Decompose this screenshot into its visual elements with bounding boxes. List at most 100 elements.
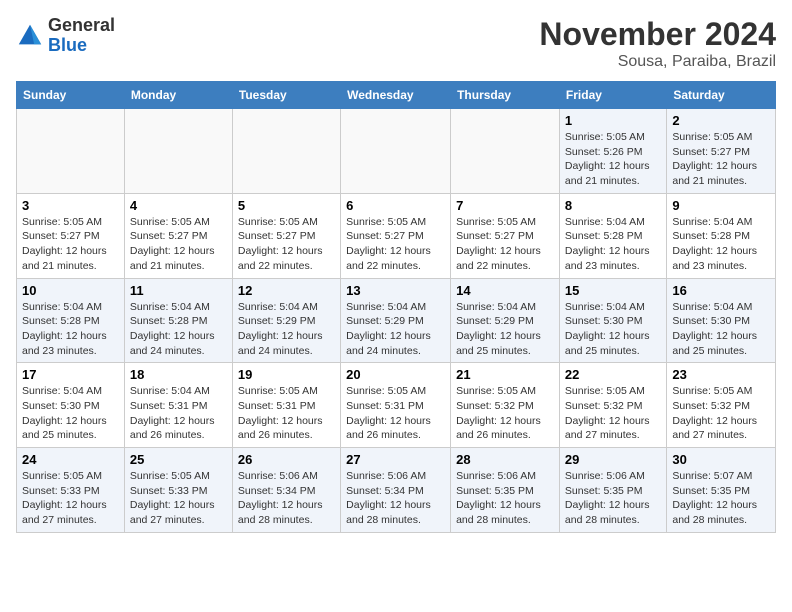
logo: General Blue <box>16 16 115 56</box>
day-number: 21 <box>456 367 554 382</box>
col-friday: Friday <box>559 82 666 109</box>
day-number: 14 <box>456 283 554 298</box>
day-info: Sunrise: 5:04 AM Sunset: 5:30 PM Dayligh… <box>672 300 770 359</box>
day-cell: 19Sunrise: 5:05 AM Sunset: 5:31 PM Dayli… <box>232 363 340 448</box>
week-row-3: 10 Sunrise: 5:04 AM Sunset: 5:28 PM Dayli… <box>17 278 776 363</box>
day-number: 8 <box>565 198 661 213</box>
day-number: 6 <box>346 198 445 213</box>
day-number: 9 <box>672 198 770 213</box>
col-wednesday: Wednesday <box>341 82 451 109</box>
day-info: Sunrise: 5:05 AM Sunset: 5:27 PM Dayligh… <box>456 215 554 274</box>
logo-text: General Blue <box>48 16 115 56</box>
day-number: 19 <box>238 367 335 382</box>
day-info: Sunrise: 5:04 AM Sunset: 5:28 PM Dayligh… <box>565 215 661 274</box>
day-info: Sunrise: 5:04 AM Sunset: 5:30 PM Dayligh… <box>22 384 119 443</box>
day-number: 22 <box>565 367 661 382</box>
day-info: Sunrise: 5:04 AM Sunset: 5:28 PM Dayligh… <box>22 300 119 359</box>
week-row-1: 1 Sunrise: 5:05 AM Sunset: 5:26 PM Daylig… <box>17 109 776 194</box>
day-cell <box>341 109 451 194</box>
day-cell: 4Sunrise: 5:05 AM Sunset: 5:27 PM Daylig… <box>124 193 232 278</box>
day-info: Sunrise: 5:05 AM Sunset: 5:32 PM Dayligh… <box>672 384 770 443</box>
day-info: Sunrise: 5:04 AM Sunset: 5:29 PM Dayligh… <box>456 300 554 359</box>
day-number: 5 <box>238 198 335 213</box>
day-number: 3 <box>22 198 119 213</box>
col-saturday: Saturday <box>667 82 776 109</box>
day-cell: 6 Sunrise: 5:05 AM Sunset: 5:27 PM Daylig… <box>341 193 451 278</box>
week-row-4: 17Sunrise: 5:04 AM Sunset: 5:30 PM Dayli… <box>17 363 776 448</box>
day-cell: 16Sunrise: 5:04 AM Sunset: 5:30 PM Dayli… <box>667 278 776 363</box>
day-cell: 13 Sunrise: 5:04 AM Sunset: 5:29 PM Dayli… <box>341 278 451 363</box>
day-cell: 2Sunrise: 5:05 AM Sunset: 5:27 PM Daylig… <box>667 109 776 194</box>
day-cell: 29 Sunrise: 5:06 AM Sunset: 5:35 PM Dayli… <box>559 448 666 533</box>
col-sunday: Sunday <box>17 82 125 109</box>
day-number: 7 <box>456 198 554 213</box>
day-number: 30 <box>672 452 770 467</box>
logo-icon <box>16 22 44 50</box>
day-cell: 7 Sunrise: 5:05 AM Sunset: 5:27 PM Daylig… <box>451 193 560 278</box>
day-cell <box>232 109 340 194</box>
day-info: Sunrise: 5:05 AM Sunset: 5:27 PM Dayligh… <box>22 215 119 274</box>
day-info: Sunrise: 5:05 AM Sunset: 5:33 PM Dayligh… <box>130 469 227 528</box>
day-cell: 15Sunrise: 5:04 AM Sunset: 5:30 PM Dayli… <box>559 278 666 363</box>
day-info: Sunrise: 5:05 AM Sunset: 5:32 PM Dayligh… <box>456 384 554 443</box>
day-cell: 22Sunrise: 5:05 AM Sunset: 5:32 PM Dayli… <box>559 363 666 448</box>
location: Sousa, Paraiba, Brazil <box>539 53 776 71</box>
day-number: 29 <box>565 452 661 467</box>
day-cell: 1 Sunrise: 5:05 AM Sunset: 5:26 PM Daylig… <box>559 109 666 194</box>
day-number: 26 <box>238 452 335 467</box>
day-info: Sunrise: 5:05 AM Sunset: 5:27 PM Dayligh… <box>346 215 445 274</box>
day-info: Sunrise: 5:05 AM Sunset: 5:27 PM Dayligh… <box>238 215 335 274</box>
day-cell: 26 Sunrise: 5:06 AM Sunset: 5:34 PM Dayli… <box>232 448 340 533</box>
day-number: 10 <box>22 283 119 298</box>
logo-blue: Blue <box>48 35 87 55</box>
day-info: Sunrise: 5:05 AM Sunset: 5:31 PM Dayligh… <box>346 384 445 443</box>
calendar-table: Sunday Monday Tuesday Wednesday Thursday… <box>16 81 776 533</box>
day-number: 12 <box>238 283 335 298</box>
day-cell: 24 Sunrise: 5:05 AM Sunset: 5:33 PM Dayli… <box>17 448 125 533</box>
calendar-header-row: Sunday Monday Tuesday Wednesday Thursday… <box>17 82 776 109</box>
month-title: November 2024 <box>539 16 776 53</box>
day-number: 1 <box>565 113 661 128</box>
day-info: Sunrise: 5:05 AM Sunset: 5:27 PM Dayligh… <box>672 130 770 189</box>
logo-general: General <box>48 15 115 35</box>
day-info: Sunrise: 5:06 AM Sunset: 5:35 PM Dayligh… <box>565 469 661 528</box>
day-number: 27 <box>346 452 445 467</box>
day-info: Sunrise: 5:05 AM Sunset: 5:26 PM Dayligh… <box>565 130 661 189</box>
day-cell: 21 Sunrise: 5:05 AM Sunset: 5:32 PM Dayli… <box>451 363 560 448</box>
day-cell: 3 Sunrise: 5:05 AM Sunset: 5:27 PM Daylig… <box>17 193 125 278</box>
day-number: 4 <box>130 198 227 213</box>
title-block: November 2024 Sousa, Paraiba, Brazil <box>539 16 776 71</box>
col-thursday: Thursday <box>451 82 560 109</box>
day-cell: 28Sunrise: 5:06 AM Sunset: 5:35 PM Dayli… <box>451 448 560 533</box>
day-number: 25 <box>130 452 227 467</box>
day-cell <box>17 109 125 194</box>
day-info: Sunrise: 5:04 AM Sunset: 5:29 PM Dayligh… <box>238 300 335 359</box>
day-info: Sunrise: 5:05 AM Sunset: 5:33 PM Dayligh… <box>22 469 119 528</box>
col-tuesday: Tuesday <box>232 82 340 109</box>
day-info: Sunrise: 5:06 AM Sunset: 5:34 PM Dayligh… <box>346 469 445 528</box>
day-info: Sunrise: 5:04 AM Sunset: 5:31 PM Dayligh… <box>130 384 227 443</box>
day-cell: 10 Sunrise: 5:04 AM Sunset: 5:28 PM Dayli… <box>17 278 125 363</box>
day-cell <box>124 109 232 194</box>
day-cell: 17Sunrise: 5:04 AM Sunset: 5:30 PM Dayli… <box>17 363 125 448</box>
day-info: Sunrise: 5:06 AM Sunset: 5:34 PM Dayligh… <box>238 469 335 528</box>
day-cell: 25 Sunrise: 5:05 AM Sunset: 5:33 PM Dayli… <box>124 448 232 533</box>
day-info: Sunrise: 5:04 AM Sunset: 5:28 PM Dayligh… <box>672 215 770 274</box>
week-row-5: 24 Sunrise: 5:05 AM Sunset: 5:33 PM Dayli… <box>17 448 776 533</box>
day-cell: 8 Sunrise: 5:04 AM Sunset: 5:28 PM Daylig… <box>559 193 666 278</box>
day-cell: 5 Sunrise: 5:05 AM Sunset: 5:27 PM Daylig… <box>232 193 340 278</box>
day-info: Sunrise: 5:04 AM Sunset: 5:28 PM Dayligh… <box>130 300 227 359</box>
day-info: Sunrise: 5:04 AM Sunset: 5:30 PM Dayligh… <box>565 300 661 359</box>
day-number: 20 <box>346 367 445 382</box>
day-cell: 14 Sunrise: 5:04 AM Sunset: 5:29 PM Dayli… <box>451 278 560 363</box>
day-cell: 18 Sunrise: 5:04 AM Sunset: 5:31 PM Dayli… <box>124 363 232 448</box>
day-info: Sunrise: 5:04 AM Sunset: 5:29 PM Dayligh… <box>346 300 445 359</box>
day-cell: 11Sunrise: 5:04 AM Sunset: 5:28 PM Dayli… <box>124 278 232 363</box>
day-cell: 12 Sunrise: 5:04 AM Sunset: 5:29 PM Dayli… <box>232 278 340 363</box>
day-number: 18 <box>130 367 227 382</box>
day-number: 24 <box>22 452 119 467</box>
day-number: 13 <box>346 283 445 298</box>
day-number: 28 <box>456 452 554 467</box>
col-monday: Monday <box>124 82 232 109</box>
day-number: 23 <box>672 367 770 382</box>
